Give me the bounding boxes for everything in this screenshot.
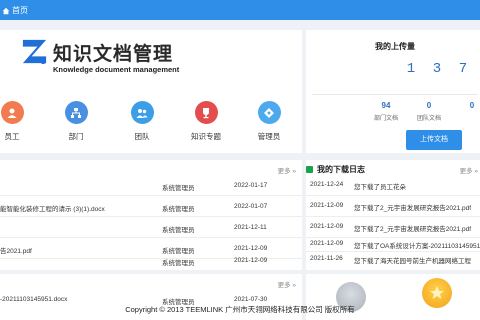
- breadcrumb[interactable]: 首页: [2, 5, 28, 16]
- log-text[interactable]: 您下载了员工花朵: [354, 181, 406, 191]
- list-item[interactable]: 2021-12-09 您下载了2_元宇宙发展研究报告2021.pdf: [306, 196, 480, 217]
- stat-label: 团队文档: [416, 116, 441, 122]
- upload-document-button[interactable]: 上传文档: [406, 130, 462, 150]
- nav-admin[interactable]: 管理员: [243, 101, 295, 142]
- admin-icon: [257, 101, 281, 124]
- more-link[interactable]: 更多 »: [278, 279, 296, 289]
- doc-date: 2021-12-09: [234, 257, 268, 264]
- log-text[interactable]: 您下载了海天花园号前生产机器网络工程: [354, 255, 471, 265]
- stat-other-docs[interactable]: 0: [452, 101, 480, 113]
- log-date: 2021-12-09: [310, 202, 344, 209]
- team-icon: [130, 101, 154, 124]
- footer-copyright: Copyright © 2013 TEEMLINK 广州市天翎网络科技有限公司 …: [125, 305, 355, 314]
- list-item[interactable]: 2021-12-24 您下载了员工花朵: [306, 175, 480, 196]
- upload-digit: 1: [406, 61, 416, 77]
- nav-employee[interactable]: 员工: [0, 101, 38, 142]
- trophy-icon: [194, 101, 218, 124]
- upload-digit: 7: [458, 61, 468, 77]
- more-link[interactable]: 更多 »: [460, 165, 478, 175]
- logo-title: 知识文档管理: [53, 44, 174, 65]
- upload-count: 1 3 7: [399, 57, 477, 81]
- breadcrumb-home[interactable]: 首页: [12, 5, 28, 16]
- nav-topics-label: 知识专题: [191, 132, 221, 141]
- stat-value: 0: [426, 101, 432, 110]
- department-icon: [64, 101, 88, 124]
- more-link[interactable]: 更多 »: [278, 165, 296, 175]
- doc-date: 2021-07-30: [234, 296, 268, 303]
- stat-value: 0: [469, 101, 475, 110]
- list-item[interactable]: 2021-11-26 您下载了海天花园号前生产机器网络工程: [306, 249, 480, 270]
- doc-date: 2021-12-11: [234, 224, 267, 231]
- stat-dept-docs[interactable]: 94 部门文档: [366, 101, 406, 122]
- nav-team[interactable]: 团队: [116, 101, 168, 142]
- user-icon: [0, 101, 24, 124]
- upload-digit: 3: [432, 61, 442, 77]
- nav-employee-label: 员工: [4, 132, 20, 141]
- doc-owner: 系统管理员: [162, 185, 195, 192]
- nav-row: 员工 部门 团队 知识专题 管理员: [0, 101, 302, 145]
- doc-owner: 系统管理员: [162, 260, 195, 267]
- table-row[interactable]: 系统管理员 2021-12-11: [0, 217, 302, 238]
- table-row[interactable]: 系统管理员 2021-12-09: [0, 248, 302, 270]
- logo-subtitle: Knowledge document management: [53, 65, 180, 74]
- upload-panel: 我的上传量 1 3 7 94 部门文档 0 团队文档 0 上传文档: [306, 30, 480, 153]
- home-icon: [2, 7, 10, 14]
- stat-label: 部门文档: [373, 116, 398, 122]
- log-date: 2021-12-24: [310, 181, 344, 188]
- download-log-panel: 我的下载日志 更多 » 2021-12-24 您下载了员工花朵 2021-12-…: [306, 160, 480, 270]
- document-list-panel: 更多 » 系统管理员 2022-01-17 能智能化装修工程的请示 (3)(1)…: [0, 160, 302, 270]
- doc-date: 2022-01-07: [234, 203, 268, 210]
- log-date: 2021-12-09: [310, 223, 344, 230]
- nav-admin-label: 管理员: [257, 132, 281, 141]
- doc-title[interactable]: -20211103145951.docx: [0, 296, 67, 303]
- doc-date: 2022-01-17: [234, 182, 268, 189]
- download-log-title: 我的下载日志: [317, 165, 365, 174]
- log-marker-icon: [306, 166, 313, 173]
- table-row[interactable]: 系统管理员 2022-01-17: [0, 175, 302, 196]
- top-bar: 首页: [0, 0, 480, 20]
- stat-team-docs[interactable]: 0 团队文档: [409, 101, 449, 122]
- upload-title: 我的上传量: [375, 42, 415, 51]
- log-date: 2021-11-26: [310, 255, 343, 262]
- doc-title[interactable]: 能智能化装修工程的请示 (3)(1).docx: [0, 203, 105, 213]
- doc-owner: 系统管理员: [162, 206, 195, 213]
- nav-topics[interactable]: 知识专题: [180, 101, 232, 142]
- nav-department-label: 部门: [68, 132, 84, 141]
- download-log-header: 我的下载日志: [306, 164, 365, 175]
- divider: [312, 94, 478, 95]
- doc-owner: 系统管理员: [162, 227, 195, 234]
- log-date: 2021-12-09: [310, 240, 344, 247]
- logo-panel: 知识文档管理 Knowledge document management 员工 …: [0, 30, 302, 153]
- log-text[interactable]: 您下载了2_元宇宙发展研究报告2021.pdf: [354, 202, 471, 212]
- stat-value: 94: [381, 101, 391, 110]
- nav-team-label: 团队: [134, 132, 150, 141]
- logo-z-icon: [22, 39, 47, 65]
- table-row[interactable]: 能智能化装修工程的请示 (3)(1).docx 系统管理员 2022-01-07: [0, 196, 302, 217]
- nav-department[interactable]: 部门: [50, 101, 102, 142]
